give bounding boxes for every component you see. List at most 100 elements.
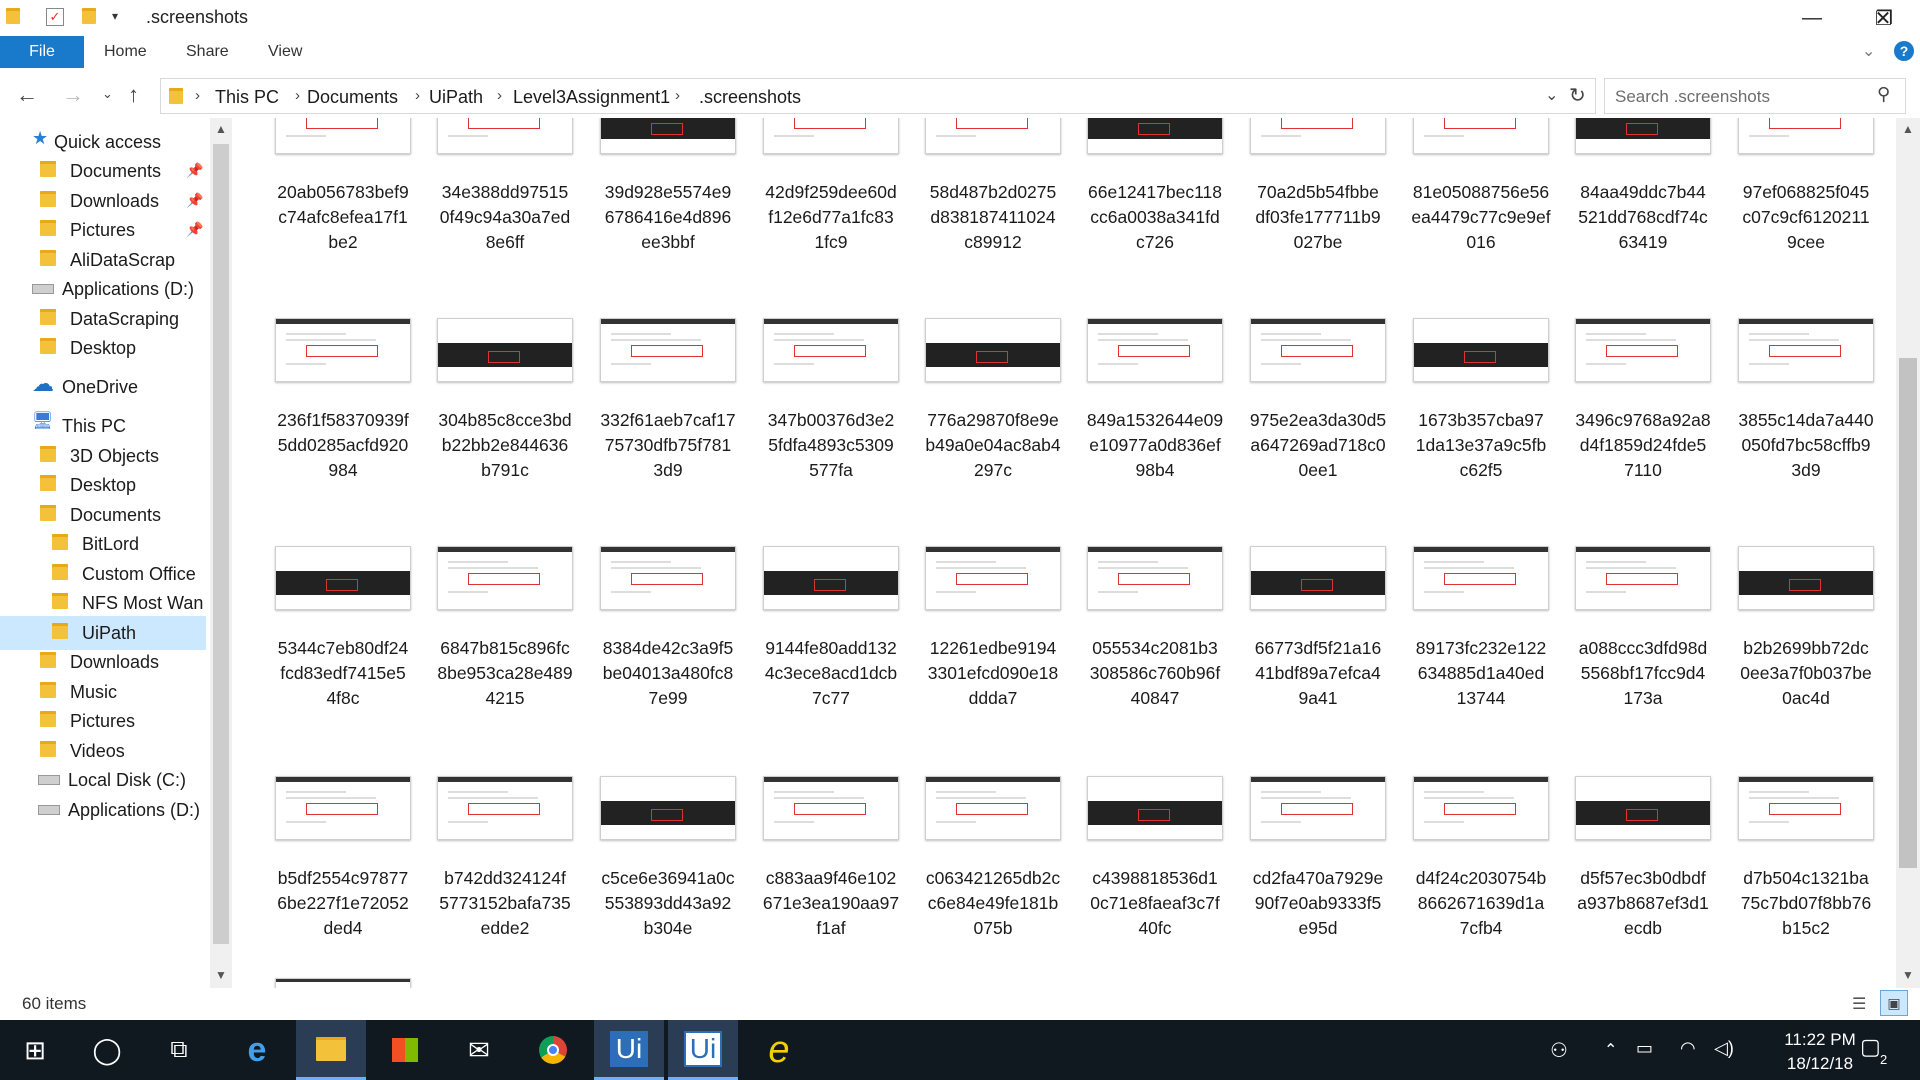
store-icon[interactable]: [370, 1020, 440, 1080]
breadcrumb-uipath[interactable]: UiPath: [429, 87, 483, 108]
file-item[interactable]: 055534c2081b3 308586c760b96f 40847: [1080, 540, 1230, 764]
sidebar-item-documents[interactable]: Documents 📌: [0, 154, 206, 188]
content-scrollbar[interactable]: ▲ ▼: [1896, 118, 1920, 988]
forward-icon[interactable]: →: [62, 82, 84, 108]
battery-icon[interactable]: ▭: [1636, 1038, 1653, 1059]
scroll-down-icon[interactable]: ▼: [1902, 968, 1914, 982]
help-icon[interactable]: ?: [1894, 41, 1914, 61]
chrome-icon[interactable]: [518, 1020, 588, 1080]
wifi-icon[interactable]: ◠: [1680, 1038, 1696, 1059]
file-item[interactable]: b742dd324124f 5773152bafa735 edde2: [430, 770, 580, 988]
sidebar-item-bitlord[interactable]: BitLord: [0, 527, 206, 561]
file-item[interactable]: 5344c7eb80df24 fcd83edf7415e5 4f8c: [268, 540, 418, 764]
chevron-right-icon[interactable]: ›: [195, 87, 200, 104]
file-item[interactable]: c883aa9f46e102 671e3ea190aa97 f1af: [756, 770, 906, 988]
file-item[interactable]: 84aa49ddc7b44 521dd768cdf74c 63419: [1568, 118, 1718, 308]
file-item[interactable]: 304b85c8cce3bd b22bb2e844636 b791c: [430, 312, 580, 536]
file-item[interactable]: d5f57ec3b0dbdf a937b8687ef3d1 ecdb: [1568, 770, 1718, 988]
address-dropdown-icon[interactable]: ⌄: [1545, 85, 1558, 105]
sidebar-item-applications-d[interactable]: Applications (D:): [0, 793, 206, 827]
file-item[interactable]: 332f61aeb7caf17 75730dfb75f781 3d9: [593, 312, 743, 536]
sidebar-item-onedrive[interactable]: ☁ OneDrive: [0, 370, 206, 404]
internet-explorer-icon[interactable]: e: [744, 1020, 814, 1080]
file-item[interactable]: 6847b815c896fc 8be953ca28e489 4215: [430, 540, 580, 764]
search-input[interactable]: Search .screenshots ⚲: [1604, 78, 1906, 114]
start-icon[interactable]: ⊞: [0, 1020, 70, 1080]
address-bar[interactable]: › This PC › Documents › UiPath › Level3A…: [160, 78, 1596, 114]
tab-share[interactable]: Share: [186, 43, 229, 61]
sidebar-item-desktop[interactable]: Desktop: [0, 331, 206, 365]
file-item[interactable]: 58d487b2d0275 d838187411024 c89912: [918, 118, 1068, 308]
file-item[interactable]: c5ce6e36941a0c 553893dd43a92 b304e: [593, 770, 743, 988]
file-item[interactable]: 39d928e5574e9 6786416e4d896 ee3bbf: [593, 118, 743, 308]
sidebar-item-downloads[interactable]: Downloads: [0, 645, 206, 679]
sidebar-item-nfs-most-wan[interactable]: NFS Most Wan: [0, 586, 206, 620]
chevron-right-icon[interactable]: ›: [497, 87, 502, 104]
file-item[interactable]: d4f24c2030754b 8662671639d1a 7cfb4: [1406, 770, 1556, 988]
file-item[interactable]: c063421265db2c c6e84e49fe181b 075b: [918, 770, 1068, 988]
expand-ribbon-icon[interactable]: ⌄: [1862, 41, 1875, 61]
up-icon[interactable]: ↑: [128, 82, 139, 108]
file-item[interactable]: c4398818536d1 0c71e8faeaf3c7f 40fc: [1080, 770, 1230, 988]
tab-view[interactable]: View: [268, 43, 302, 61]
file-item[interactable]: 89173fc232e122 634885d1a40ed 13744: [1406, 540, 1556, 764]
show-hidden-icons-icon[interactable]: ⌃: [1604, 1040, 1617, 1060]
sidebar-item-applications-d[interactable]: Applications (D:): [0, 272, 206, 306]
content-scroll-thumb[interactable]: [1899, 358, 1917, 868]
people-icon[interactable]: ⚇: [1550, 1038, 1568, 1063]
file-item[interactable]: b2b2699bb72dc 0ee3a7f0b037be 0ac4d: [1731, 540, 1881, 764]
nav-scrollbar[interactable]: ▲ ▼: [210, 118, 232, 988]
scroll-up-icon[interactable]: ▲: [1902, 122, 1914, 136]
uipath-robot-icon[interactable]: Ui: [668, 1020, 738, 1080]
file-item[interactable]: 3496c9768a92a8 d4f1859d24fde5 7110: [1568, 312, 1718, 536]
volume-icon[interactable]: ◁): [1714, 1038, 1734, 1059]
sidebar-item-pictures[interactable]: Pictures: [0, 704, 206, 738]
sidebar-item-desktop[interactable]: Desktop: [0, 468, 206, 502]
action-center-icon[interactable]: ▢: [1860, 1034, 1881, 1060]
properties-icon[interactable]: ✓: [46, 8, 64, 26]
file-item[interactable]: 20ab056783bef9 c74afc8efea17f1 be2: [268, 118, 418, 308]
file-item[interactable]: 66e12417bec118 cc6a0038a341fd c726: [1080, 118, 1230, 308]
uipath-studio-icon[interactable]: Ui: [594, 1020, 664, 1080]
refresh-icon[interactable]: ↻: [1569, 83, 1586, 108]
file-item[interactable]: 236f1f58370939f 5dd0285acfd920 984: [268, 312, 418, 536]
chevron-right-icon[interactable]: ›: [675, 87, 680, 104]
file-item[interactable]: 1673b357cba97 1da13e37a9c5fb c62f5: [1406, 312, 1556, 536]
details-view-icon[interactable]: ☰: [1852, 994, 1866, 1014]
breadcrumb-documents[interactable]: Documents: [307, 87, 398, 108]
close-button[interactable]: ✕: [1846, 0, 1920, 36]
cortana-icon[interactable]: ◯: [72, 1020, 142, 1080]
file-item[interactable]: cd2fa470a7929e 90f7e0ab9333f5 e95d: [1243, 770, 1393, 988]
edge-icon[interactable]: e: [222, 1020, 292, 1080]
file-item[interactable]: a088ccc3dfd98d 5568bf17fcc9d4 173a: [1568, 540, 1718, 764]
breadcrumb-screenshots[interactable]: .screenshots: [699, 87, 801, 108]
file-item[interactable]: 34e388dd97515 0f49c94a30a7ed 8e6ff: [430, 118, 580, 308]
task-view-icon[interactable]: ⧉: [144, 1020, 214, 1080]
tab-home[interactable]: Home: [104, 43, 147, 61]
breadcrumb-level3assignment1[interactable]: Level3Assignment1: [513, 87, 670, 108]
file-item[interactable]: 975e2ea3da30d5 a647269ad718c0 0ee1: [1243, 312, 1393, 536]
file-item[interactable]: 347b00376d3e2 5fdfa4893c5309 577fa: [756, 312, 906, 536]
search-icon[interactable]: ⚲: [1877, 84, 1890, 105]
file-item[interactable]: 8384de42c3a9f5 be04013a480fc8 7e99: [593, 540, 743, 764]
scroll-up-icon[interactable]: ▲: [215, 122, 227, 136]
file-item[interactable]: 42d9f259dee60d f12e6d77a1fc83 1fc9: [756, 118, 906, 308]
file-item[interactable]: 9144fe80add132 4c3ece8acd1dcb 7c77: [756, 540, 906, 764]
scroll-down-icon[interactable]: ▼: [215, 968, 227, 982]
tab-file[interactable]: File: [0, 36, 84, 68]
nav-scroll-thumb[interactable]: [213, 144, 229, 944]
back-icon[interactable]: ←: [16, 82, 38, 108]
file-item[interactable]: 97ef068825f045 c07c9cf6120211 9cee: [1731, 118, 1881, 308]
file-item[interactable]: 81e05088756e56 ea4479c77c9e9ef 016: [1406, 118, 1556, 308]
file-item[interactable]: 12261edbe9194 3301efcd090e18 ddda7: [918, 540, 1068, 764]
customize-quick-access-icon[interactable]: ▾: [112, 9, 118, 29]
file-item[interactable]: b5df2554c97877 6be227f1e72052 ded4: [268, 770, 418, 988]
file-item[interactable]: 3855c14da7a440 050fd7bc58cffb9 3d9: [1731, 312, 1881, 536]
file-item[interactable]: 776a29870f8e9e b49a0e04ac8ab4 297c: [918, 312, 1068, 536]
minimize-button[interactable]: —: [1776, 0, 1848, 36]
mail-icon[interactable]: ✉: [444, 1020, 514, 1080]
new-folder-icon[interactable]: [82, 8, 96, 24]
large-icons-view-icon[interactable]: ▣: [1880, 990, 1908, 1016]
sidebar-item-local-disk-c[interactable]: Local Disk (C:): [0, 763, 206, 797]
chevron-right-icon[interactable]: ›: [295, 87, 300, 104]
